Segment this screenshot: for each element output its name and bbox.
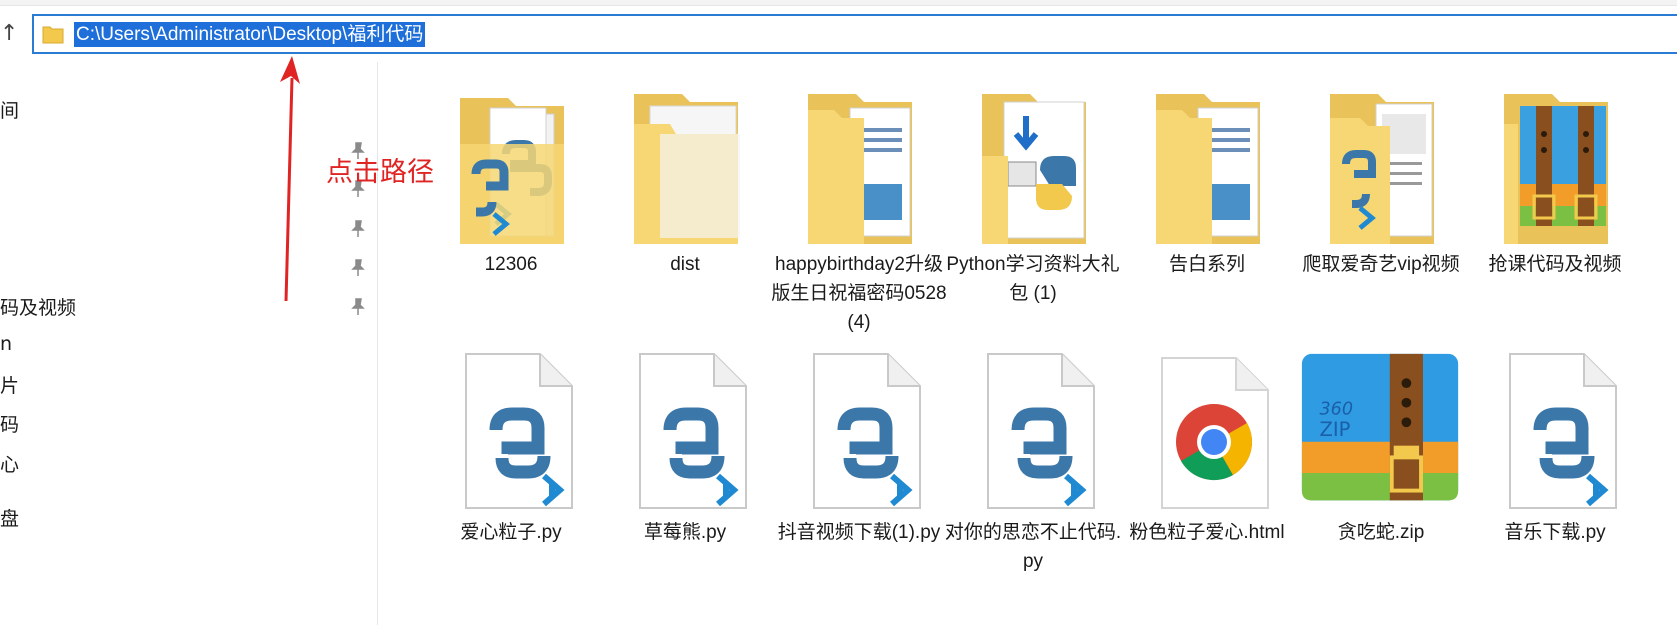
file-name: 音乐下载.py [1504, 522, 1606, 543]
folder-icon [42, 26, 64, 44]
python-file-icon [465, 353, 573, 509]
sidebar-item-pictures[interactable]: 片 [0, 371, 19, 398]
folder-python-icon [460, 98, 564, 244]
address-path-text[interactable]: C:\Users\Administrator\Desktop\福利代码 [74, 22, 426, 47]
file-name: 粉色粒子爱心.html [1129, 522, 1285, 543]
file-name: 12306 [484, 254, 538, 275]
zip-archive-icon: 360 ZIP [1301, 353, 1459, 501]
file-name: 爬取爱奇艺vip视频 [1302, 254, 1460, 275]
navigation-pane: 间 码及视频 n 片 码 心 盘 [0, 62, 378, 625]
pin-icon[interactable] [350, 259, 366, 277]
up-button[interactable]: ↑ [0, 20, 20, 48]
file-name: 告白系列 [1168, 254, 1245, 275]
pin-icon[interactable] [350, 220, 366, 238]
python-file-icon [813, 353, 921, 509]
sidebar-item-recent[interactable]: 间 [0, 96, 19, 123]
folder-zip-icon [1504, 94, 1608, 244]
file-name: Python学习资料大礼包 (1) [946, 254, 1120, 304]
annotation-label: 点击路径 [326, 157, 434, 188]
file-name: 贪吃蛇.zip [1337, 522, 1425, 543]
python-file-icon [987, 353, 1095, 509]
file-name: 抢课代码及视频 [1488, 254, 1622, 275]
file-name: dist [670, 254, 700, 275]
zip-badge-zip: ZIP [1319, 418, 1350, 441]
pane-divider [377, 62, 378, 625]
folder-python-download-icon [982, 94, 1086, 244]
python-file-icon [1509, 353, 1617, 509]
file-name: 抖音视频下载(1).py [777, 522, 941, 543]
zip-badge-360: 360 [1319, 399, 1353, 419]
pin-icon[interactable] [350, 298, 366, 316]
window-top-edge [0, 0, 1677, 6]
folder-python-icon [1330, 94, 1434, 244]
sidebar-item-n[interactable]: n [0, 333, 12, 355]
file-name: 爱心粒子.py [460, 522, 562, 543]
address-bar[interactable]: C:\Users\Administrator\Desktop\福利代码 [32, 14, 1677, 54]
sidebar-item-course-code[interactable]: 码及视频 [0, 293, 76, 320]
sidebar-item-heart[interactable]: 心 [0, 450, 19, 477]
annotation-arrow [280, 56, 300, 302]
folder-icon [634, 94, 740, 244]
sidebar-item-drive[interactable]: 盘 [0, 504, 19, 531]
chrome-html-icon [1161, 357, 1269, 509]
file-name: 草莓熊.py [643, 522, 727, 543]
file-name: happybirthday2升级版生日祝福密码0528(4) [771, 254, 947, 333]
folder-documents-icon [1156, 94, 1260, 244]
sidebar-item-code[interactable]: 码 [0, 410, 19, 437]
folder-documents-icon [808, 94, 912, 244]
file-name: 对你的思恋不止代码.py [944, 522, 1122, 572]
python-file-icon [639, 353, 747, 509]
